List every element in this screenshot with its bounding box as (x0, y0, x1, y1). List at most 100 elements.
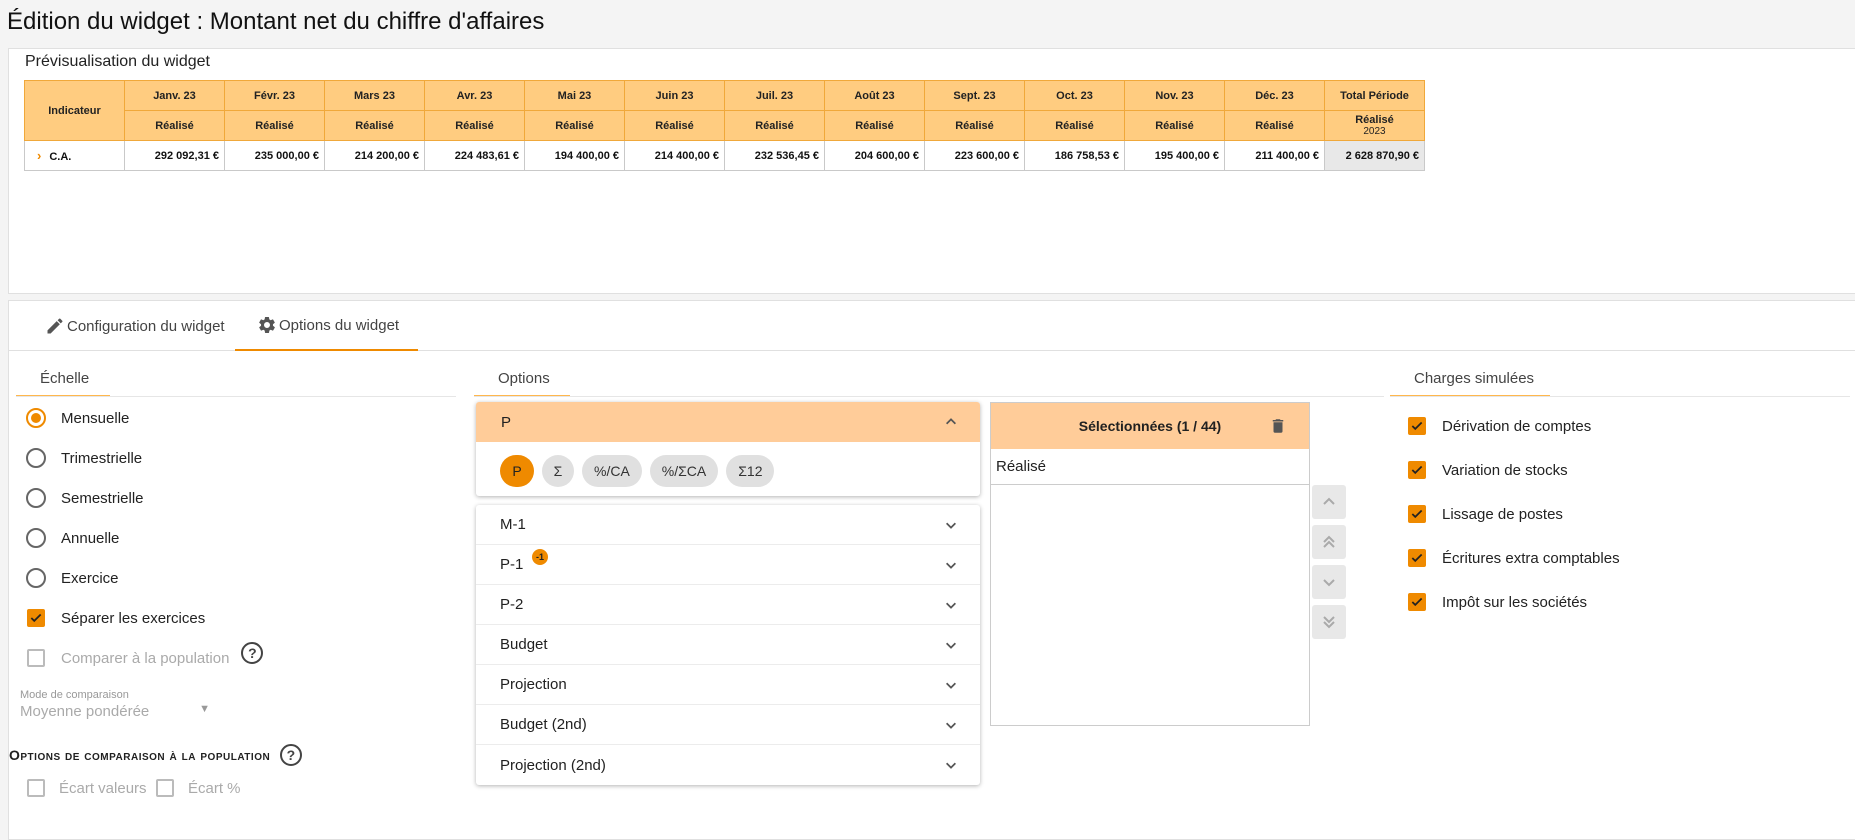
selected-list-title: Sélectionnées (1 / 44) (1078, 418, 1222, 434)
checkbox[interactable] (1408, 549, 1426, 567)
options-accordion: M-1 P-1 -1 P-2 Budget Projection Budget … (476, 505, 980, 785)
checkbox[interactable] (1408, 505, 1426, 523)
chevron-down-icon[interactable] (944, 678, 958, 692)
tab-options[interactable]: Options du widget (235, 301, 418, 351)
month-header: Oct. 23 (1024, 80, 1125, 111)
check-icon (1411, 553, 1423, 563)
section-options-header[interactable]: Options (474, 361, 570, 397)
indicator-cell[interactable]: › C.A. (24, 140, 125, 171)
radio-semestrielle[interactable]: Semestrielle (26, 488, 144, 508)
radio-annuelle[interactable]: Annuelle (26, 528, 119, 548)
checkbox-label: Variation de stocks (1442, 461, 1568, 479)
accordion-item-projection-2nd[interactable]: Projection (2nd) (476, 745, 980, 785)
preview-table: Indicateur Janv. 23 Févr. 23 Mars 23 Avr… (24, 80, 1425, 171)
check-icon (1411, 509, 1423, 519)
chip-pct-sigma-ca[interactable]: %/ΣCA (649, 455, 719, 487)
radio-trimestrielle[interactable]: Trimestrielle (26, 448, 142, 468)
radio-button[interactable] (26, 488, 46, 508)
chevron-up-icon[interactable] (944, 415, 958, 429)
section-charges-header[interactable]: Charges simulées (1390, 361, 1550, 397)
check-icon (1411, 421, 1423, 431)
radio-label: Exercice (61, 569, 119, 587)
accordion-item-m1[interactable]: M-1 (476, 505, 980, 545)
chevron-right-icon[interactable]: › (37, 148, 41, 163)
mode-comparaison-select[interactable]: Moyenne pondérée ▼ (20, 703, 210, 720)
value-cell: 195 400,00 € (1124, 140, 1225, 171)
accordion-label: M-1 (500, 516, 526, 533)
help-icon[interactable]: ? (280, 744, 303, 766)
move-up-button[interactable] (1312, 485, 1346, 519)
accordion-item-p1[interactable]: P-1 -1 (476, 545, 980, 585)
chip-pct-ca[interactable]: %/CA (582, 455, 642, 487)
checkbox[interactable] (27, 609, 45, 627)
sub-header: Réalisé (1224, 110, 1325, 141)
p-panel-header[interactable]: P (476, 402, 980, 442)
chevron-down-icon[interactable] (944, 718, 958, 732)
checkbox-label: Dérivation de comptes (1442, 417, 1592, 435)
chip-sigma[interactable]: Σ (542, 455, 574, 487)
divider (16, 396, 456, 397)
accordion-label: Budget (2nd) (500, 716, 587, 733)
chevron-down-icon[interactable] (944, 518, 958, 532)
section-echelle-header[interactable]: Échelle (16, 361, 110, 397)
checkbox[interactable] (1408, 593, 1426, 611)
value-cell: 186 758,53 € (1024, 140, 1125, 171)
checkbox-ecritures-extra[interactable]: Écritures extra comptables (1408, 549, 1620, 567)
move-bottom-button[interactable] (1312, 605, 1346, 639)
move-down-button[interactable] (1312, 565, 1346, 599)
checkbox[interactable] (1408, 461, 1426, 479)
caret-down-icon: ▼ (199, 703, 210, 715)
radio-button[interactable] (26, 408, 46, 428)
section-echelle-title: Échelle (40, 369, 90, 387)
move-top-button[interactable] (1312, 525, 1346, 559)
chevron-down-icon[interactable] (944, 598, 958, 612)
checkbox-impot-societes[interactable]: Impôt sur les sociétés (1408, 593, 1587, 611)
radio-button[interactable] (26, 568, 46, 588)
accordion-item-p2[interactable]: P-2 (476, 585, 980, 625)
double-chevron-up-icon (1323, 535, 1335, 548)
radio-exercice[interactable]: Exercice (26, 568, 119, 588)
chip-p[interactable]: P (500, 455, 534, 487)
checkbox-comparer-population[interactable]: Comparer à la population ? (27, 642, 264, 667)
table-row: › C.A. 292 092,31 € 235 000,00 € 214 200,… (24, 140, 1425, 171)
checkbox[interactable] (27, 779, 45, 797)
checkbox[interactable] (1408, 417, 1426, 435)
chevron-down-icon[interactable] (944, 638, 958, 652)
checkbox-lissage-postes[interactable]: Lissage de postes (1408, 505, 1563, 523)
chip-sigma12[interactable]: Σ12 (726, 455, 775, 487)
checkbox-separer-exercices[interactable]: Séparer les exercices (27, 609, 205, 627)
checkbox-variation-stocks[interactable]: Variation de stocks (1408, 461, 1568, 479)
total-cell: 2 628 870,90 € (1324, 140, 1425, 171)
month-header: Sept. 23 (924, 80, 1025, 111)
check-icon (1411, 597, 1423, 607)
mode-comparaison-label: Mode de comparaison (20, 689, 129, 701)
tab-configuration-label: Configuration du widget (67, 317, 225, 335)
checkbox[interactable] (27, 649, 45, 667)
accordion-item-budget[interactable]: Budget (476, 625, 980, 665)
tab-bar: Configuration du widget Options du widge… (9, 301, 1855, 351)
total-sub-label: Réalisé (1355, 113, 1394, 126)
tab-options-label: Options du widget (279, 316, 400, 334)
month-header: Mars 23 (324, 80, 425, 111)
checkbox-ecart-valeurs[interactable]: Écart valeurs (27, 779, 147, 797)
selected-list-panel: Sélectionnées (1 / 44) Réalisé (990, 402, 1310, 726)
accordion-item-projection[interactable]: Projection (476, 665, 980, 705)
checkbox-derivation-comptes[interactable]: Dérivation de comptes (1408, 417, 1591, 435)
checkbox-label: Comparer à la population (61, 649, 230, 667)
checkbox[interactable] (156, 779, 174, 797)
radio-button[interactable] (26, 448, 46, 468)
chevron-down-icon[interactable] (944, 558, 958, 572)
tab-configuration[interactable]: Configuration du widget (41, 301, 229, 351)
sub-header: Réalisé (1024, 110, 1125, 141)
trash-icon[interactable] (1269, 416, 1287, 436)
accordion-item-budget-2nd[interactable]: Budget (2nd) (476, 705, 980, 745)
month-header: Janv. 23 (124, 80, 225, 111)
radio-label: Annuelle (61, 529, 120, 547)
help-icon[interactable]: ? (241, 642, 264, 664)
radio-mensuelle[interactable]: Mensuelle (26, 408, 129, 428)
checkbox-ecart-pct[interactable]: Écart % (156, 779, 241, 797)
selected-list-item[interactable]: Réalisé (991, 449, 1309, 485)
radio-button[interactable] (26, 528, 46, 548)
chevron-down-icon[interactable] (944, 758, 958, 772)
accordion-label: P-1 (500, 556, 524, 573)
